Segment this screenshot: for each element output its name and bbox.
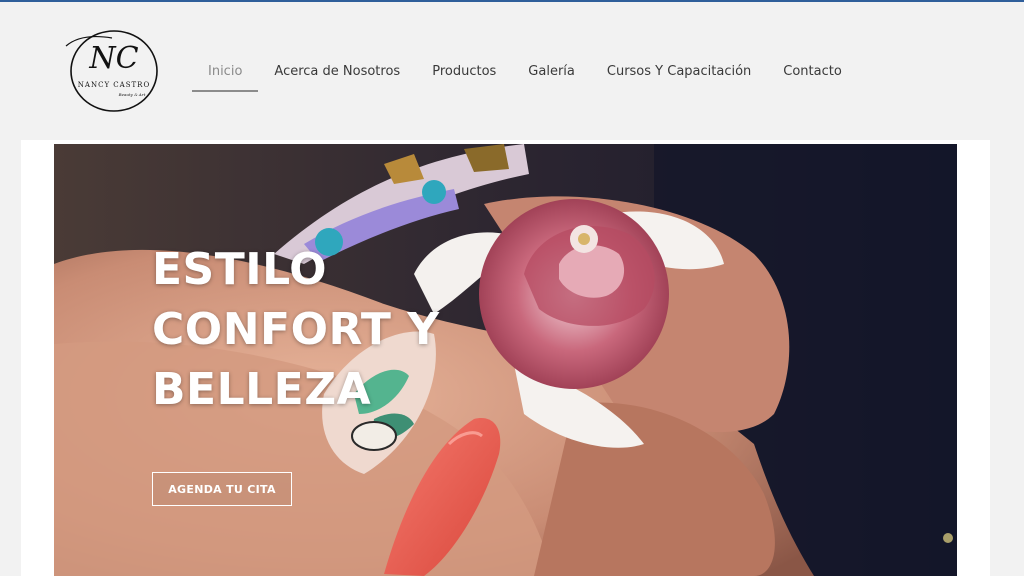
hero-title-line-2: CONFORT Y [152, 304, 440, 355]
nav-item-acerca[interactable]: Acerca de Nosotros [258, 58, 416, 92]
logo-brand-name: NANCY CASTRO [78, 81, 150, 89]
hero-title-line-3: BELLEZA [152, 364, 372, 415]
hero-title: ESTILO CONFORT Y BELLEZA [152, 240, 440, 420]
logo-emblem-icon: NC NANCY CASTRO Beauty & Art [65, 30, 158, 112]
hero-title-line-1: ESTILO [152, 244, 328, 295]
hero-banner: ESTILO CONFORT Y BELLEZA AGENDA TU CITA [54, 144, 957, 576]
nav-item-contacto[interactable]: Contacto [767, 58, 858, 92]
logo-monogram: NC [88, 41, 138, 76]
main-navigation: Inicio Acerca de Nosotros Productos Gale… [192, 58, 858, 92]
site-header: NC NANCY CASTRO Beauty & Art Inicio Acer… [0, 2, 1024, 140]
nav-item-cursos[interactable]: Cursos Y Capacitación [591, 58, 767, 92]
logo-tagline: Beauty & Art [118, 92, 146, 97]
nav-item-productos[interactable]: Productos [416, 58, 512, 92]
book-appointment-button[interactable]: AGENDA TU CITA [152, 472, 292, 506]
brand-logo[interactable]: NC NANCY CASTRO Beauty & Art [60, 26, 165, 116]
nav-item-inicio[interactable]: Inicio [192, 58, 259, 92]
nav-item-galeria[interactable]: Galería [512, 58, 591, 92]
